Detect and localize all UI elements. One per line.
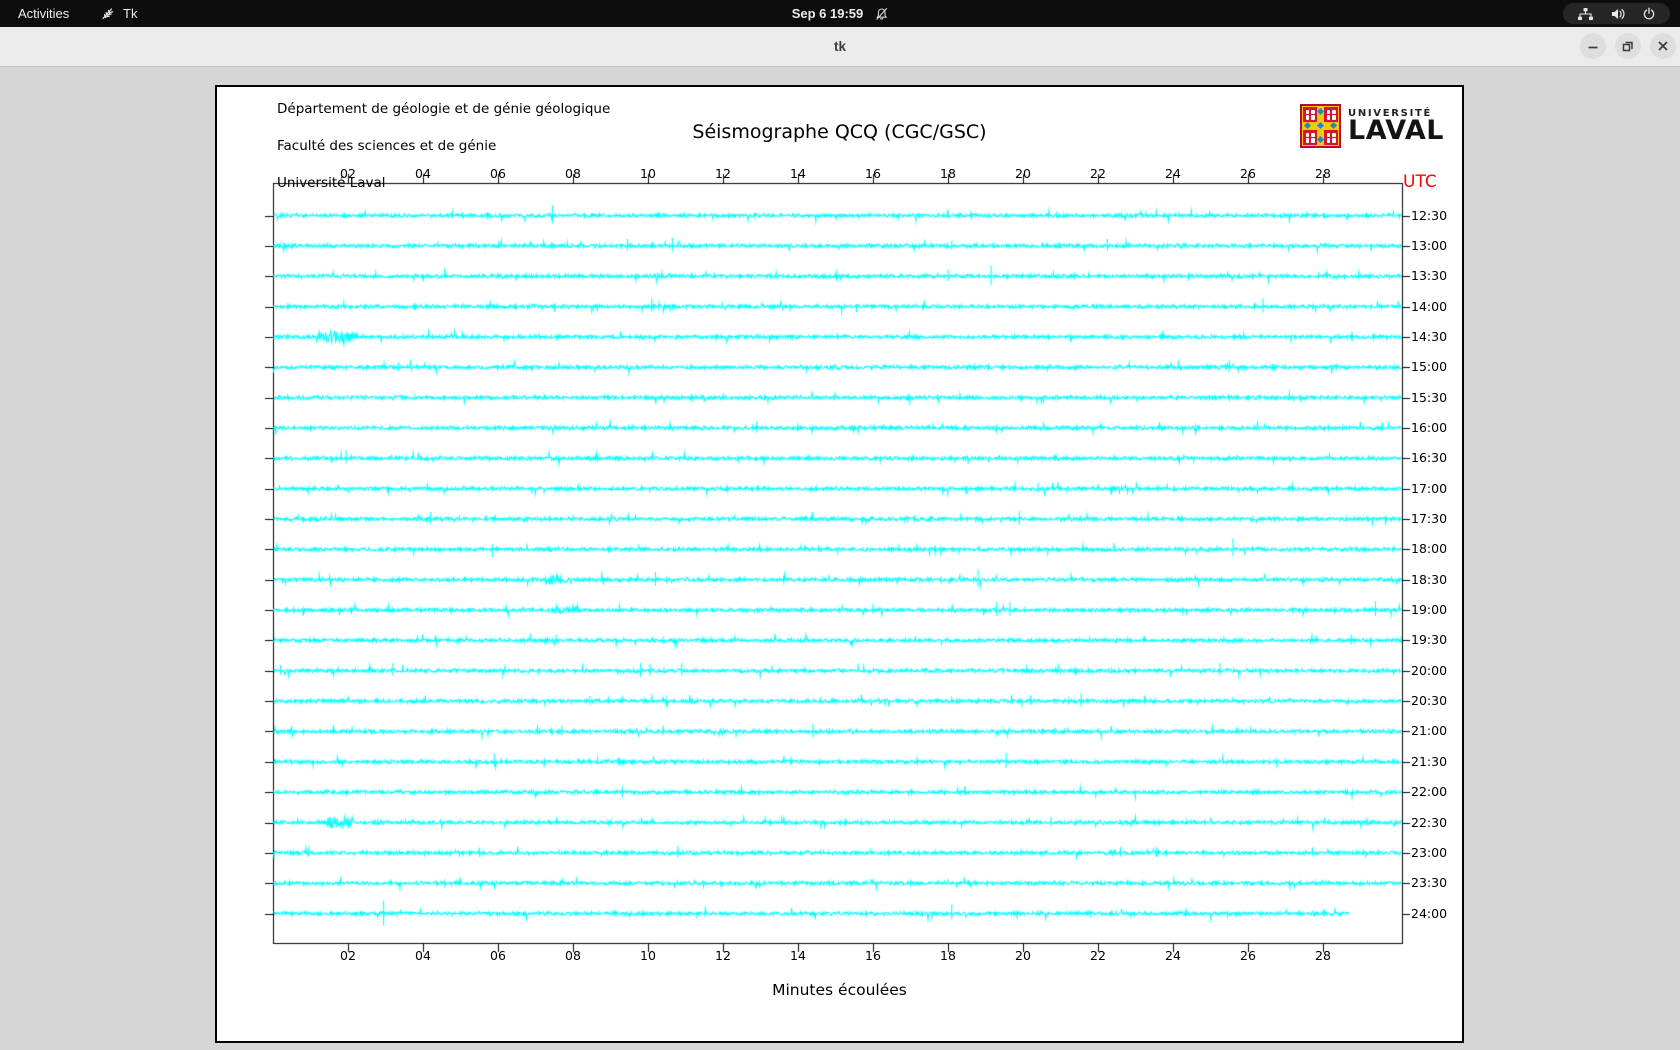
x-tick-label: 26	[1240, 948, 1256, 963]
x-tick-label: 28	[1315, 948, 1331, 963]
x-tick-label: 24	[1165, 948, 1181, 963]
x-tick-label: 20	[1015, 166, 1031, 181]
x-tick-label: 16	[865, 166, 881, 181]
x-tick-label: 06	[490, 166, 506, 181]
utc-time-label: 14:00	[1411, 298, 1448, 314]
app-indicator-label: Tk	[123, 6, 138, 21]
x-tick-label: 20	[1015, 948, 1031, 963]
shield-quadrant	[1324, 130, 1338, 145]
utc-time-label: 15:00	[1411, 359, 1448, 375]
window-title: tk	[833, 39, 847, 54]
x-tick-label: 22	[1090, 948, 1106, 963]
utc-time-label: 17:00	[1411, 480, 1448, 496]
utc-time-label: 20:00	[1411, 662, 1448, 678]
minimize-icon	[1588, 46, 1598, 49]
gnome-top-bar: Activities Tk Sep 6 19:59	[0, 0, 1680, 27]
utc-time-label: 14:30	[1411, 328, 1448, 344]
x-tick-label: 02	[340, 948, 356, 963]
utc-time-label: 23:30	[1411, 875, 1448, 891]
x-tick-label: 18	[940, 166, 956, 181]
maximize-icon	[1622, 41, 1633, 52]
utc-time-label: 19:30	[1411, 632, 1448, 648]
clock-button[interactable]: Sep 6 19:59	[792, 0, 889, 27]
app-indicator-tk[interactable]: Tk	[100, 0, 137, 27]
shield-quadrant	[1303, 107, 1317, 122]
volume-icon	[1612, 8, 1625, 19]
minimize-button[interactable]	[1580, 33, 1606, 59]
seismograph-canvas-frame: Département de géologie et de génie géol…	[215, 85, 1464, 1043]
shield-quadrant	[1303, 130, 1317, 145]
laval-wordmark-bottom: LAVAL	[1348, 115, 1444, 146]
system-tray[interactable]	[1563, 3, 1670, 24]
utc-time-label: 22:00	[1411, 784, 1448, 800]
utc-time-label: 24:00	[1411, 905, 1448, 921]
clock-label: Sep 6 19:59	[791, 6, 864, 21]
tk-feather-icon	[102, 8, 114, 20]
utc-time-label: 15:30	[1411, 389, 1448, 405]
x-tick-label: 16	[865, 948, 881, 963]
x-tick-label: 12	[715, 948, 731, 963]
x-tick-label: 18	[940, 948, 956, 963]
x-tick-label: 28	[1315, 166, 1331, 181]
shield-dot	[1316, 135, 1325, 144]
power-icon	[1643, 7, 1655, 19]
utc-time-label: 17:30	[1411, 511, 1448, 526]
institution-line3: Université Laval	[277, 175, 386, 191]
utc-time-label: 12:30	[1411, 207, 1448, 223]
bell-muted-icon	[875, 7, 887, 20]
laval-wordmark: UNIVERSITÉ LAVAL	[1348, 108, 1444, 146]
shield-dot	[1316, 107, 1325, 116]
x-tick-label: 22	[1090, 166, 1106, 181]
x-tick-label: 12	[715, 166, 731, 181]
seismogram-plot-canvas	[217, 87, 1462, 1041]
utc-time-label: 23:00	[1411, 844, 1448, 860]
x-tick-label: 02	[340, 166, 356, 181]
shield-dot	[1303, 121, 1312, 130]
institution-line1: Département de géologie et de génie géol…	[277, 101, 611, 117]
utc-time-label: 21:00	[1411, 723, 1448, 739]
close-icon	[1658, 41, 1668, 51]
shield-dot	[1329, 121, 1338, 130]
x-axis-title: Minutes écoulées	[772, 981, 907, 999]
x-tick-label: 10	[640, 166, 656, 181]
shield-quadrant	[1324, 107, 1338, 122]
shield-dot	[1316, 121, 1325, 130]
plot-title: Séismographe QCQ (CGC/GSC)	[692, 121, 987, 143]
utc-time-label: 13:00	[1411, 237, 1448, 253]
window-content: Département de géologie et de génie géol…	[0, 67, 1680, 1050]
window-title-bar[interactable]: tk	[0, 27, 1680, 67]
utc-time-label: 16:30	[1411, 450, 1448, 466]
x-tick-label: 08	[565, 948, 581, 963]
utc-time-label: 18:00	[1411, 541, 1448, 557]
close-button[interactable]	[1650, 33, 1676, 59]
utc-time-label: 18:30	[1411, 571, 1448, 587]
utc-time-label: 16:00	[1411, 419, 1448, 435]
x-tick-label: 14	[790, 166, 806, 181]
utc-time-label: 13:30	[1411, 268, 1448, 284]
utc-time-label: 19:00	[1411, 602, 1448, 618]
universite-laval-logo: UNIVERSITÉ LAVAL	[1300, 104, 1444, 148]
x-tick-label: 04	[415, 166, 431, 181]
window-controls	[1580, 33, 1676, 59]
utc-axis-label: UTC	[1403, 172, 1437, 192]
activities-button[interactable]: Activities	[0, 0, 87, 27]
utc-time-label: 21:30	[1411, 753, 1448, 769]
x-tick-label: 06	[490, 948, 506, 963]
x-tick-label: 10	[640, 948, 656, 963]
utc-time-label: 20:30	[1411, 693, 1448, 709]
x-tick-label: 14	[790, 948, 806, 963]
x-tick-label: 26	[1240, 166, 1256, 181]
x-tick-label: 04	[415, 948, 431, 963]
activities-label: Activities	[18, 6, 70, 21]
utc-time-label: 22:30	[1411, 814, 1448, 830]
x-tick-label: 24	[1165, 166, 1181, 181]
maximize-button[interactable]	[1615, 33, 1641, 59]
x-tick-label: 08	[565, 166, 581, 181]
laval-shield-icon	[1300, 104, 1341, 148]
network-icon	[1578, 7, 1593, 20]
